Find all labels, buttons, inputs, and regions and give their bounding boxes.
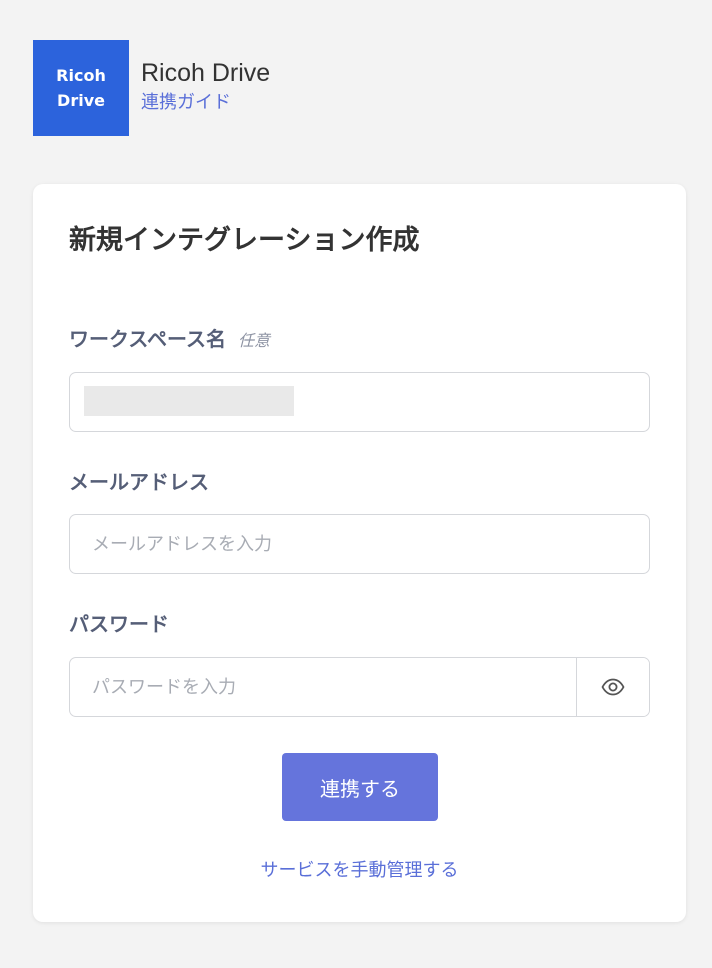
- form-title: 新規インテグレーション作成: [69, 225, 420, 256]
- email-input[interactable]: [69, 514, 650, 574]
- ricoh-drive-logo: Ricoh Drive: [33, 40, 129, 136]
- password-label-text: パスワード: [69, 612, 169, 636]
- password-label: パスワード: [69, 611, 169, 637]
- eye-icon: [601, 678, 625, 696]
- email-label: メールアドレス: [69, 469, 209, 495]
- integration-guide-link[interactable]: 連携ガイド: [141, 90, 231, 116]
- header-text: Ricoh Drive 連携ガイド: [141, 58, 270, 116]
- logo-line-1: Ricoh: [56, 66, 106, 85]
- app-header: Ricoh Drive Ricoh Drive 連携ガイド: [33, 40, 270, 136]
- integration-form-card: 新規インテグレーション作成 ワークスペース名 任意 メールアドレス パスワード …: [33, 184, 686, 922]
- workspace-name-input[interactable]: [69, 372, 650, 432]
- manage-service-manually-link[interactable]: サービスを手動管理する: [33, 858, 686, 884]
- password-field: [69, 657, 650, 717]
- password-input[interactable]: [70, 658, 576, 716]
- workspace-name-label-text: ワークスペース名: [69, 327, 226, 351]
- show-password-button[interactable]: [576, 658, 649, 716]
- app-name: Ricoh Drive: [141, 59, 271, 87]
- connect-button[interactable]: 連携する: [282, 753, 438, 821]
- workspace-name-label: ワークスペース名 任意: [69, 326, 270, 354]
- optional-tag: 任意: [238, 331, 271, 350]
- logo-line-2: Drive: [57, 91, 105, 110]
- email-label-text: メールアドレス: [69, 470, 209, 494]
- redacted-value: [84, 386, 294, 416]
